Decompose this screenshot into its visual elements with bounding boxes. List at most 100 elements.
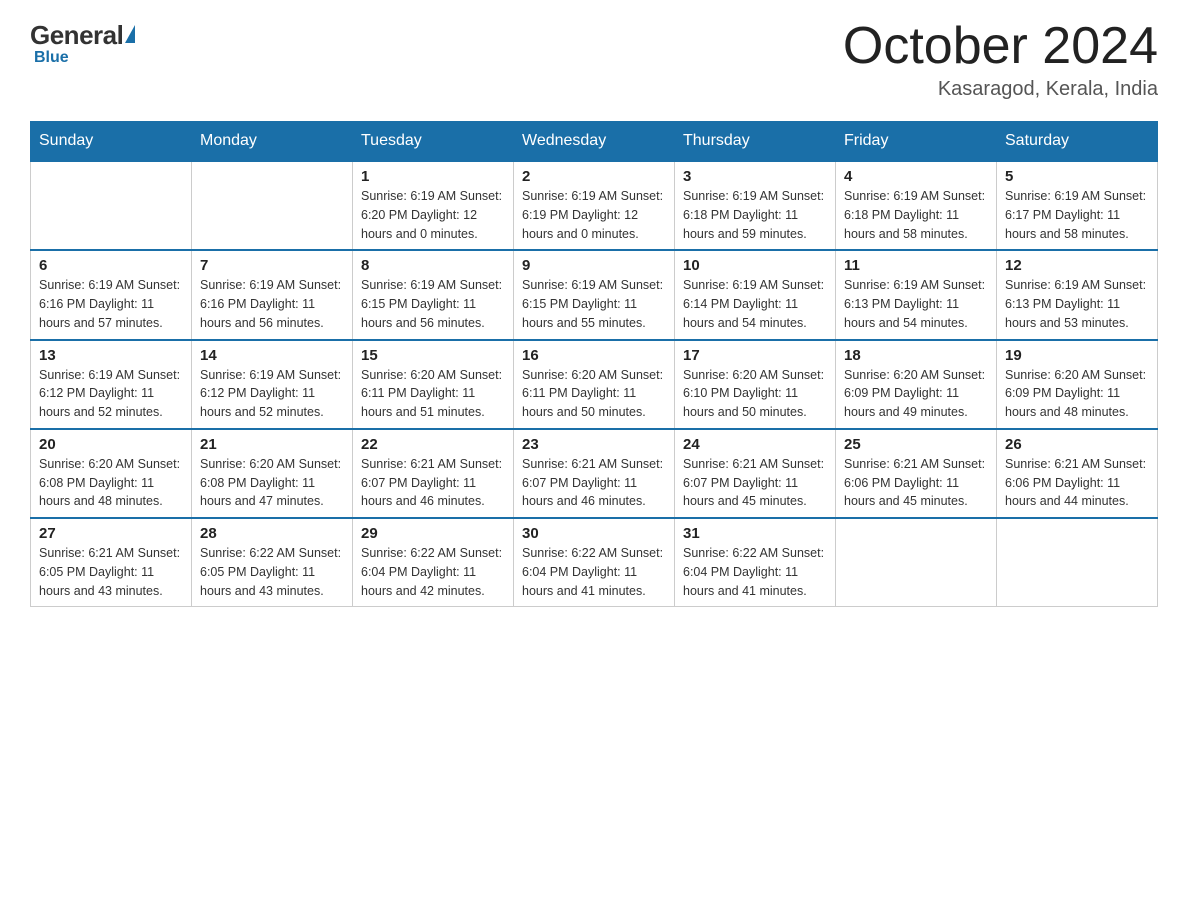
- calendar-cell: 5 Sunrise: 6:19 AM Sunset: 6:17 PM Daylig…: [997, 161, 1158, 250]
- calendar-cell: 30 Sunrise: 6:22 AM Sunset: 6:04 PM Dayli…: [514, 518, 675, 607]
- calendar-day-header: Sunday: [31, 122, 192, 162]
- day-number: 8: [361, 257, 505, 274]
- day-info: Sunrise: 6:21 AM Sunset: 6:06 PM Dayligh…: [844, 455, 988, 511]
- day-info: Sunrise: 6:19 AM Sunset: 6:15 PM Dayligh…: [361, 276, 505, 332]
- calendar-cell: 2 Sunrise: 6:19 AM Sunset: 6:19 PM Daylig…: [514, 161, 675, 250]
- day-number: 26: [1005, 436, 1149, 453]
- day-info: Sunrise: 6:21 AM Sunset: 6:06 PM Dayligh…: [1005, 455, 1149, 511]
- calendar-cell: 13 Sunrise: 6:19 AM Sunset: 6:12 PM Dayli…: [31, 340, 192, 429]
- day-info: Sunrise: 6:19 AM Sunset: 6:20 PM Dayligh…: [361, 187, 505, 243]
- day-number: 1: [361, 168, 505, 185]
- day-info: Sunrise: 6:19 AM Sunset: 6:15 PM Dayligh…: [522, 276, 666, 332]
- day-number: 21: [200, 436, 344, 453]
- calendar-cell: 11Sunrise: 6:19 AM Sunset: 6:13 PM Dayli…: [836, 250, 997, 339]
- calendar-cell: 17Sunrise: 6:20 AM Sunset: 6:10 PM Dayli…: [675, 340, 836, 429]
- day-number: 7: [200, 257, 344, 274]
- day-info: Sunrise: 6:22 AM Sunset: 6:04 PM Dayligh…: [361, 544, 505, 600]
- location-text: Kasaragod, Kerala, India: [843, 78, 1158, 101]
- calendar-cell: 8 Sunrise: 6:19 AM Sunset: 6:15 PM Daylig…: [353, 250, 514, 339]
- day-number: 28: [200, 525, 344, 542]
- logo-triangle-icon: [125, 25, 135, 43]
- calendar-table: SundayMondayTuesdayWednesdayThursdayFrid…: [30, 121, 1158, 607]
- calendar-cell: 20 Sunrise: 6:20 AM Sunset: 6:08 PM Dayli…: [31, 429, 192, 518]
- day-info: Sunrise: 6:21 AM Sunset: 6:07 PM Dayligh…: [361, 455, 505, 511]
- calendar-cell: 29 Sunrise: 6:22 AM Sunset: 6:04 PM Dayli…: [353, 518, 514, 607]
- day-info: Sunrise: 6:19 AM Sunset: 6:12 PM Dayligh…: [39, 366, 183, 422]
- day-number: 3: [683, 168, 827, 185]
- day-info: Sunrise: 6:19 AM Sunset: 6:12 PM Dayligh…: [200, 366, 344, 422]
- day-info: Sunrise: 6:19 AM Sunset: 6:16 PM Dayligh…: [200, 276, 344, 332]
- day-info: Sunrise: 6:22 AM Sunset: 6:04 PM Dayligh…: [683, 544, 827, 600]
- day-info: Sunrise: 6:21 AM Sunset: 6:07 PM Dayligh…: [683, 455, 827, 511]
- day-number: 5: [1005, 168, 1149, 185]
- day-number: 15: [361, 347, 505, 364]
- calendar-cell: [192, 161, 353, 250]
- calendar-cell: 19Sunrise: 6:20 AM Sunset: 6:09 PM Dayli…: [997, 340, 1158, 429]
- page-header: General Blue October 2024 Kasaragod, Ker…: [30, 20, 1158, 101]
- calendar-week-row: 27 Sunrise: 6:21 AM Sunset: 6:05 PM Dayli…: [31, 518, 1158, 607]
- month-year-title: October 2024: [843, 20, 1158, 72]
- day-number: 6: [39, 257, 183, 274]
- day-info: Sunrise: 6:21 AM Sunset: 6:05 PM Dayligh…: [39, 544, 183, 600]
- day-number: 22: [361, 436, 505, 453]
- day-number: 24: [683, 436, 827, 453]
- day-info: Sunrise: 6:19 AM Sunset: 6:14 PM Dayligh…: [683, 276, 827, 332]
- day-number: 23: [522, 436, 666, 453]
- day-number: 14: [200, 347, 344, 364]
- calendar-day-header: Tuesday: [353, 122, 514, 162]
- day-number: 19: [1005, 347, 1149, 364]
- day-info: Sunrise: 6:20 AM Sunset: 6:08 PM Dayligh…: [200, 455, 344, 511]
- day-number: 20: [39, 436, 183, 453]
- calendar-cell: 16 Sunrise: 6:20 AM Sunset: 6:11 PM Dayli…: [514, 340, 675, 429]
- day-number: 12: [1005, 257, 1149, 274]
- calendar-cell: [997, 518, 1158, 607]
- day-info: Sunrise: 6:20 AM Sunset: 6:09 PM Dayligh…: [844, 366, 988, 422]
- day-number: 16: [522, 347, 666, 364]
- calendar-cell: 24 Sunrise: 6:21 AM Sunset: 6:07 PM Dayli…: [675, 429, 836, 518]
- day-info: Sunrise: 6:20 AM Sunset: 6:08 PM Dayligh…: [39, 455, 183, 511]
- logo-general-text: General: [30, 20, 123, 51]
- day-number: 11: [844, 257, 988, 274]
- calendar-cell: 23 Sunrise: 6:21 AM Sunset: 6:07 PM Dayli…: [514, 429, 675, 518]
- calendar-cell: 31Sunrise: 6:22 AM Sunset: 6:04 PM Dayli…: [675, 518, 836, 607]
- day-info: Sunrise: 6:22 AM Sunset: 6:05 PM Dayligh…: [200, 544, 344, 600]
- calendar-day-header: Friday: [836, 122, 997, 162]
- calendar-week-row: 1 Sunrise: 6:19 AM Sunset: 6:20 PM Daylig…: [31, 161, 1158, 250]
- calendar-cell: [836, 518, 997, 607]
- day-number: 17: [683, 347, 827, 364]
- day-number: 25: [844, 436, 988, 453]
- logo: General Blue: [30, 20, 135, 67]
- day-number: 2: [522, 168, 666, 185]
- calendar-day-header: Wednesday: [514, 122, 675, 162]
- calendar-week-row: 13 Sunrise: 6:19 AM Sunset: 6:12 PM Dayli…: [31, 340, 1158, 429]
- calendar-cell: 7 Sunrise: 6:19 AM Sunset: 6:16 PM Daylig…: [192, 250, 353, 339]
- calendar-cell: 1 Sunrise: 6:19 AM Sunset: 6:20 PM Daylig…: [353, 161, 514, 250]
- day-info: Sunrise: 6:20 AM Sunset: 6:11 PM Dayligh…: [522, 366, 666, 422]
- calendar-cell: 26 Sunrise: 6:21 AM Sunset: 6:06 PM Dayli…: [997, 429, 1158, 518]
- day-number: 30: [522, 525, 666, 542]
- calendar-cell: 18 Sunrise: 6:20 AM Sunset: 6:09 PM Dayli…: [836, 340, 997, 429]
- logo-blue-text: Blue: [34, 49, 69, 67]
- day-info: Sunrise: 6:19 AM Sunset: 6:19 PM Dayligh…: [522, 187, 666, 243]
- day-info: Sunrise: 6:22 AM Sunset: 6:04 PM Dayligh…: [522, 544, 666, 600]
- day-number: 4: [844, 168, 988, 185]
- calendar-cell: 10 Sunrise: 6:19 AM Sunset: 6:14 PM Dayli…: [675, 250, 836, 339]
- calendar-day-header: Thursday: [675, 122, 836, 162]
- day-number: 10: [683, 257, 827, 274]
- calendar-cell: 22 Sunrise: 6:21 AM Sunset: 6:07 PM Dayli…: [353, 429, 514, 518]
- day-info: Sunrise: 6:19 AM Sunset: 6:16 PM Dayligh…: [39, 276, 183, 332]
- calendar-cell: [31, 161, 192, 250]
- calendar-cell: 15Sunrise: 6:20 AM Sunset: 6:11 PM Dayli…: [353, 340, 514, 429]
- calendar-week-row: 6 Sunrise: 6:19 AM Sunset: 6:16 PM Daylig…: [31, 250, 1158, 339]
- day-number: 18: [844, 347, 988, 364]
- day-info: Sunrise: 6:21 AM Sunset: 6:07 PM Dayligh…: [522, 455, 666, 511]
- day-number: 13: [39, 347, 183, 364]
- day-info: Sunrise: 6:19 AM Sunset: 6:18 PM Dayligh…: [844, 187, 988, 243]
- calendar-day-header: Saturday: [997, 122, 1158, 162]
- day-number: 9: [522, 257, 666, 274]
- calendar-header-row: SundayMondayTuesdayWednesdayThursdayFrid…: [31, 122, 1158, 162]
- day-number: 27: [39, 525, 183, 542]
- calendar-cell: 28 Sunrise: 6:22 AM Sunset: 6:05 PM Dayli…: [192, 518, 353, 607]
- day-number: 29: [361, 525, 505, 542]
- day-info: Sunrise: 6:19 AM Sunset: 6:17 PM Dayligh…: [1005, 187, 1149, 243]
